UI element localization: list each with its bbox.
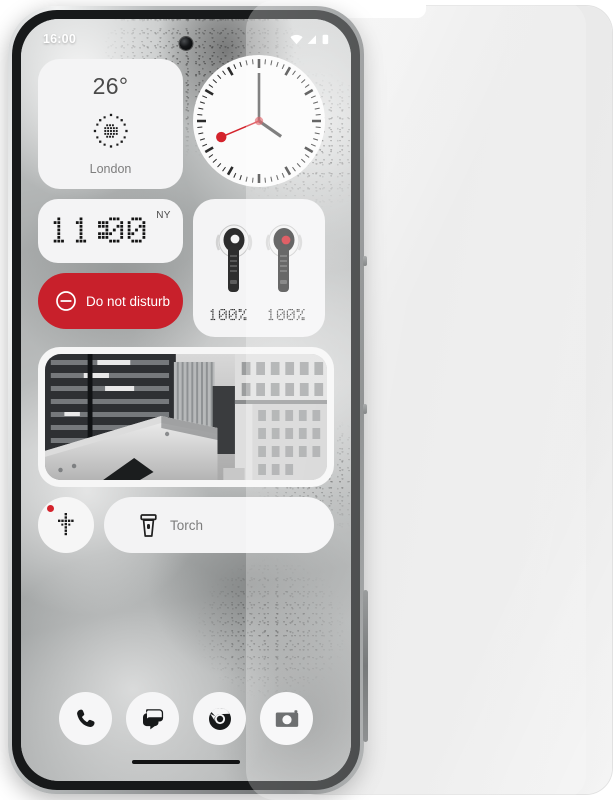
analog-clock-widget[interactable] [193,55,325,187]
earbuds-pair [214,222,304,296]
torch-toggle[interactable]: Torch [104,497,334,553]
widget-row-1: 26° London [38,55,334,189]
battery-icon [322,34,329,44]
widget-row-2: NY Do not disturb [38,199,334,337]
widget-area: 26° London NY Do not disturb Torch [21,55,351,563]
status-icons [290,34,329,45]
world-clock-widget[interactable]: NY [38,199,183,263]
dot-matrix-cross-icon [58,513,74,536]
screenshot-stage: 16:00 26° London NY Do not disturb Torch [0,0,615,800]
phone-icon [76,709,94,727]
camera-icon [275,709,298,727]
signal-icon [307,34,316,44]
dock-camera[interactable] [260,692,313,745]
phone-bezel: 16:00 26° London NY Do not disturb Torch [12,10,360,790]
dot-matrix-sun-icon [93,113,128,148]
photo-frame [45,354,327,480]
app-dock [21,692,351,745]
analog-clock-face [195,57,323,185]
dock-messages[interactable] [126,692,179,745]
photo-widget[interactable] [38,347,334,487]
right-earbud-battery [268,308,305,320]
wifi-icon [290,34,303,44]
weather-city: London [89,162,132,176]
phone-device: 16:00 26° London NY Do not disturb Torch [8,6,368,794]
earbuds-battery-row [209,308,309,321]
phone-screen[interactable]: 16:00 26° London NY Do not disturb Torch [21,19,351,781]
torch-label: Torch [170,517,204,533]
home-gesture-indicator[interactable] [132,760,240,764]
flashlight-icon [140,513,157,537]
dot-matrix-time [53,217,146,243]
minus-circle-icon [56,291,76,311]
front-camera-punch-hole [179,37,193,50]
weather-widget[interactable]: 26° London [38,59,183,189]
left-earbud-battery [210,308,247,320]
message-bubble-icon [142,708,163,729]
status-time: 16:00 [43,32,76,46]
widget-row-4: Torch [38,497,334,553]
power-button[interactable] [363,590,368,742]
do-not-disturb-toggle[interactable]: Do not disturb [38,273,183,329]
volume-up-button[interactable] [363,256,367,266]
volume-down-button[interactable] [363,404,367,414]
weather-temperature: 26° [92,73,129,99]
do-not-disturb-label: Do not disturb [86,293,171,309]
chrome-icon [208,707,231,730]
earbuds-widget[interactable] [193,199,325,337]
dock-chrome[interactable] [193,692,246,745]
dock-phone[interactable] [59,692,112,745]
world-clock-zone: NY [156,210,171,221]
notification-badge-dot [47,505,54,512]
left-earbud-icon [215,224,253,292]
city-photo [45,354,327,480]
right-earbud-icon [265,224,303,292]
glyph-shortcut-widget[interactable] [38,497,94,553]
widget-row-3 [38,347,334,487]
